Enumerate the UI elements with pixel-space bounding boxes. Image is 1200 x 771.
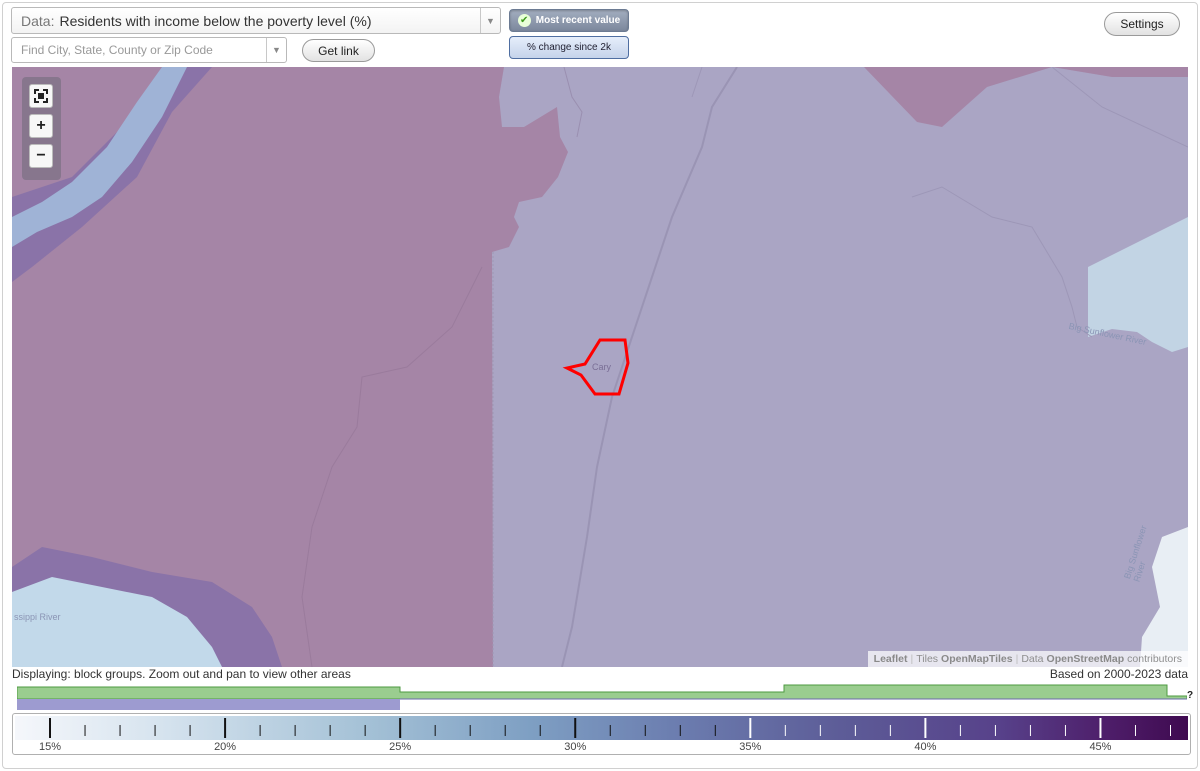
attribution-data-prefix: Data [1021, 653, 1044, 665]
location-search-input[interactable]: Find City, State, County or Zip Code ▼ [11, 37, 287, 63]
data-timeline[interactable] [17, 684, 1187, 710]
map-attribution: Leaflet | Tiles OpenMapTiles | Data Open… [867, 651, 1188, 667]
zoom-out-button[interactable]: − [29, 144, 53, 168]
attribution-suffix: contributors [1127, 653, 1182, 665]
most-recent-value-label: Most recent value [535, 15, 621, 26]
help-question-mark[interactable]: ? [1187, 690, 1193, 701]
legend-labels: 15% 20% 25% 30% 35% 40% 45% [15, 741, 1188, 755]
map-viewport[interactable]: Cary ssippi River Big Sunflower River Bi… [12, 67, 1188, 667]
get-link-button[interactable]: Get link [302, 39, 375, 62]
region-high-northeast [864, 67, 1188, 127]
legend-label: 35% [739, 741, 762, 753]
percent-change-label: % change since 2k [527, 42, 611, 53]
data-selector-value: Residents with income below the poverty … [59, 12, 372, 29]
displaying-status: Displaying: block groups. Zoom out and p… [12, 667, 351, 681]
data-selector[interactable]: Data: Residents with income below the po… [11, 7, 501, 34]
place-label: Cary [592, 362, 612, 372]
data-selector-prefix: Data: [21, 12, 55, 29]
creek-line-north [1051, 67, 1188, 148]
percent-change-button[interactable]: % change since 2k [509, 36, 629, 59]
data-years-note: Based on 2000-2023 data [1049, 667, 1188, 681]
legend-ticks [49, 718, 1171, 738]
search-placeholder: Find City, State, County or Zip Code [21, 43, 213, 57]
settings-button[interactable]: Settings [1104, 12, 1180, 36]
attribution-tiles-link[interactable]: OpenMapTiles [941, 653, 1013, 665]
attribution-leaflet-link[interactable]: Leaflet [874, 653, 908, 665]
zoom-control: + − [22, 77, 61, 180]
most-recent-value-button[interactable]: ✔ Most recent value [509, 9, 629, 32]
zoom-in-button[interactable]: + [29, 114, 53, 138]
fullscreen-icon-glyph [34, 89, 48, 103]
color-legend: 15% 20% 25% 30% 35% 40% 45% [12, 713, 1191, 755]
timeline-coverage [17, 684, 1187, 700]
attribution-tiles-prefix: Tiles [916, 653, 939, 665]
legend-label: 20% [214, 741, 237, 753]
legend-label: 45% [1089, 741, 1112, 753]
fullscreen-icon[interactable] [29, 84, 53, 108]
legend-label: 30% [564, 741, 587, 753]
chevron-down-icon[interactable]: ▼ [480, 8, 500, 33]
timeline-current-range[interactable] [17, 699, 400, 710]
creek-line [563, 67, 583, 138]
creek-line-east [911, 186, 1093, 338]
chevron-down-icon[interactable]: ▼ [266, 38, 286, 62]
attribution-data-link[interactable]: OpenStreetMap [1047, 653, 1125, 665]
legend-label: 15% [38, 741, 62, 753]
river-label-left: ssippi River [14, 612, 61, 622]
road-line-north [691, 67, 703, 98]
road-line [561, 67, 738, 667]
legend-label: 40% [914, 741, 937, 753]
check-icon: ✔ [517, 14, 531, 27]
legend-label: 25% [389, 741, 412, 753]
